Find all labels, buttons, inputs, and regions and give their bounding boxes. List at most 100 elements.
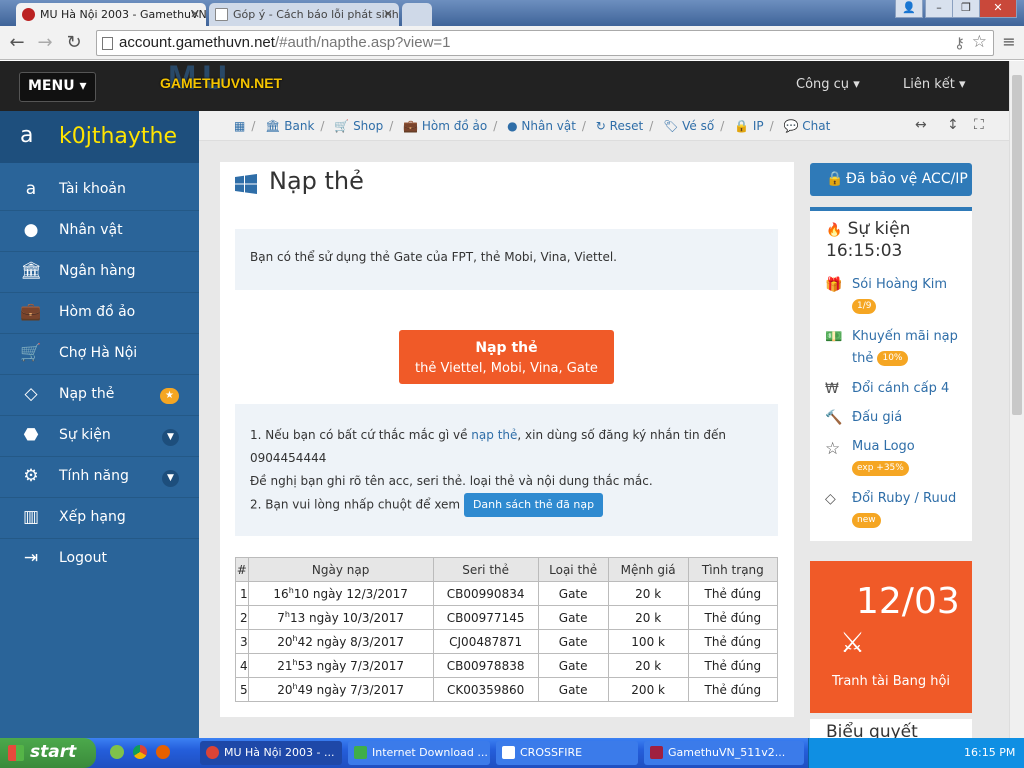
reload-icon[interactable]: ↻ — [63, 32, 85, 53]
chrome-menu-icon[interactable]: ≡ — [998, 32, 1020, 51]
card-list-button[interactable]: Danh sách thẻ đã nạp — [463, 493, 604, 517]
back-icon[interactable]: ← — [6, 32, 28, 53]
scrollbar-thumb[interactable] — [1012, 75, 1022, 415]
event-label: Đấu giá — [852, 410, 903, 425]
expand-horizontal-icon[interactable]: ↔ — [915, 117, 927, 133]
sidebar-item-character[interactable]: ● Nhân vật — [0, 211, 199, 252]
close-icon[interactable]: ✕ — [383, 7, 393, 21]
breadcrumb-lottery[interactable]: 🏷 Vé số — [663, 119, 714, 133]
breadcrumb-reset[interactable]: ↻ Reset — [596, 119, 643, 133]
card-value: 100 k — [607, 629, 689, 654]
browser-tab[interactable]: Góp ý - Cách báo lỗi phát sinh ✕ — [209, 3, 399, 26]
sidebar: a k0jthaythe a Tài khoản ● Nhân vật 🏛 Ngân … — [0, 111, 199, 738]
close-window-icon[interactable]: ✕ — [979, 0, 1017, 18]
sidebar-item-logout[interactable]: ⇥ Logout — [0, 539, 199, 580]
links-menu[interactable]: Liên kết ▾ — [903, 77, 966, 92]
sidebar-item-market[interactable]: 🛒 Chợ Hà Nội — [0, 334, 199, 375]
tab-title: MU Hà Nội 2003 - GamethuVN. — [40, 8, 206, 21]
expand-vertical-icon[interactable]: ↕ — [947, 117, 959, 133]
taskbar-item[interactable]: MU Hà Nội 2003 - ... — [200, 741, 342, 765]
breadcrumb-ip[interactable]: 🔒 IP — [734, 119, 764, 133]
topup-link[interactable]: nạp thẻ — [471, 428, 517, 442]
breadcrumb-bank[interactable]: 🏛 Bank — [265, 119, 314, 133]
sidebar-item-label: Hòm đồ ảo — [59, 304, 136, 320]
sidebar-item-events[interactable]: ⬣ Sự kiện ▼ — [0, 416, 199, 457]
sidebar-item-label: Tài khoản — [59, 181, 126, 197]
menu-button[interactable]: MENU ▾ — [19, 72, 96, 102]
amazon-icon: a — [25, 179, 37, 199]
column-header: # — [235, 557, 249, 582]
page-favicon-icon — [215, 8, 228, 21]
clock[interactable]: 16:15 PM — [964, 746, 1015, 759]
diamond-icon: ◇ — [24, 384, 38, 404]
key-icon[interactable]: ⚷ — [954, 34, 965, 52]
tools-label: Công cụ — [796, 77, 850, 92]
close-icon[interactable]: ✕ — [190, 7, 200, 21]
chevron-down-icon[interactable]: ▼ — [162, 429, 179, 446]
breadcrumb-chat[interactable]: 💬 Chat — [784, 119, 831, 133]
chart-icon: ▥ — [22, 507, 40, 527]
windows-taskbar: start MU Hà Nội 2003 - ... Internet Down… — [0, 738, 1024, 768]
bookmark-star-icon[interactable]: ☆ — [972, 32, 987, 52]
card-value: 20 k — [607, 581, 689, 606]
tools-menu[interactable]: Công cụ ▾ — [796, 77, 860, 92]
restore-icon[interactable]: ❐ — [952, 0, 980, 18]
sidebar-item-features[interactable]: ⚙ Tính năng ▼ — [0, 457, 199, 498]
event-item[interactable]: Đổi Ruby / Ruud new — [852, 488, 964, 532]
firefox-icon[interactable] — [156, 745, 170, 759]
card-type: Gate — [537, 653, 609, 678]
event-item[interactable]: Sói Hoàng Kim 1/9 — [852, 274, 964, 318]
event-item[interactable]: Đấu giá — [852, 407, 964, 429]
sidebar-item-topup[interactable]: ◇ Nạp thẻ ★ — [0, 375, 199, 416]
row-index: 5 — [235, 677, 249, 702]
protect-label: Đã bảo vệ ACC/IP — [846, 171, 968, 187]
user-panel: a k0jthaythe — [0, 111, 199, 163]
sidebar-item-bank[interactable]: 🏛 Ngân hàng — [0, 252, 199, 293]
sidebar-item-ranking[interactable]: ▥ Xếp hạng — [0, 498, 199, 539]
fullscreen-icon[interactable]: ⛶ — [974, 117, 984, 133]
breadcrumb-vault[interactable]: 💼 Hòm đồ ảo — [403, 119, 487, 133]
row-index: 4 — [235, 653, 249, 678]
sidebar-item-account[interactable]: a Tài khoản — [0, 170, 199, 211]
event-label: Sói Hoàng Kim — [852, 277, 948, 292]
breadcrumb-character[interactable]: ● Nhân vật — [507, 119, 576, 133]
breadcrumb-shop[interactable]: 🛒 Shop — [334, 119, 383, 133]
column-header: Mệnh giá — [607, 557, 689, 582]
card-status: Thẻ đúng — [687, 605, 779, 630]
url-input[interactable]: account.gamethuvn.net/#auth/napthe.asp?v… — [96, 30, 994, 56]
sidebar-item-label: Chợ Hà Nội — [59, 345, 138, 361]
column-header: Seri thẻ — [432, 557, 539, 582]
start-button[interactable]: start — [0, 738, 96, 768]
sidebar-item-label: Tính năng — [59, 468, 129, 484]
archive-icon — [650, 746, 663, 759]
calendar-icon[interactable]: ▦ — [234, 119, 245, 133]
event-item[interactable]: Khuyến mãi nạp thẻ 10% — [852, 326, 964, 370]
events-title: 🔥 Sự kiện 16:15:03 — [826, 219, 910, 261]
minimize-icon[interactable]: – — [925, 0, 953, 18]
protect-button[interactable]: 🔒 Đã bảo vệ ACC/IP — [810, 163, 972, 196]
help-phone: 0904454444 — [250, 451, 327, 465]
taskbar-item[interactable]: CROSSFIRE — [496, 741, 638, 765]
chrome-icon[interactable] — [133, 745, 147, 759]
event-label: Đổi cánh cấp 4 — [852, 381, 950, 396]
url-host: account.gamethuvn.net — [119, 34, 275, 51]
forward-icon[interactable]: → — [34, 32, 56, 53]
help-box: 1. Nếu bạn có bất cứ thắc mắc gì về nạp … — [235, 404, 778, 536]
browser-tab-active[interactable]: MU Hà Nội 2003 - GamethuVN. ✕ — [16, 3, 206, 26]
logo[interactable]: GAMETHUVN.NET — [160, 75, 282, 91]
topup-button[interactable]: Nạp thẻ thẻ Viettel, Mobi, Vina, Gate — [399, 330, 614, 384]
chevron-down-icon[interactable]: ▼ — [162, 470, 179, 487]
sidebar-item-vault[interactable]: 💼 Hòm đồ ảo — [0, 293, 199, 334]
event-item[interactable]: Mua Logo exp +35% — [852, 436, 964, 480]
guild-war-banner[interactable]: 12/03 ⚔ Tranh tài Bang hội — [810, 561, 972, 713]
page-scrollbar[interactable] — [1009, 61, 1024, 738]
user-icon[interactable]: 👤 — [895, 0, 923, 18]
new-tab-button[interactable] — [402, 3, 432, 26]
taskbar-item[interactable]: GamethuVN_511v2... — [644, 741, 804, 765]
taskbar-item[interactable]: Internet Download ... — [348, 741, 490, 765]
table-row: 3 20h42 ngày 8/3/2017 CJ00487871 Gate 100 kT… — [235, 629, 779, 654]
quicklaunch-icon[interactable] — [110, 745, 124, 759]
event-item[interactable]: Đổi cánh cấp 4 — [852, 378, 964, 400]
user-icon: ● — [23, 220, 39, 240]
hour: 16 — [273, 587, 289, 601]
